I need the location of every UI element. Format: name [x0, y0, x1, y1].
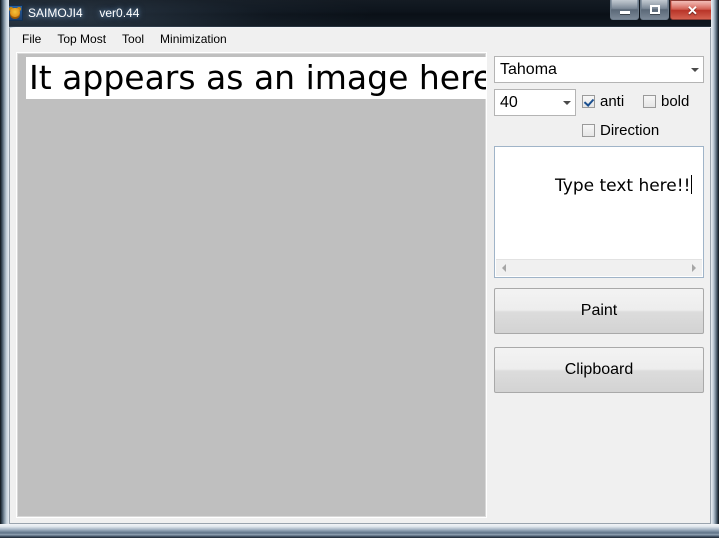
checkbox-direction[interactable]: Direction [582, 122, 659, 139]
menu-item-minimization[interactable]: Minimization [152, 29, 235, 49]
menu-item-top-most[interactable]: Top Most [49, 29, 114, 49]
window-border-right [711, 0, 719, 538]
checkbox-bold[interactable]: bold [643, 93, 689, 110]
maximize-button[interactable] [640, 0, 669, 20]
chevron-down-icon[interactable] [558, 90, 575, 115]
close-button[interactable]: ✕ [670, 0, 715, 20]
minimize-icon [619, 10, 630, 14]
window-border-left [0, 0, 9, 538]
window-controls: ✕ [609, 0, 715, 21]
triangle-left-icon[interactable] [496, 261, 512, 276]
font-family-dropdown[interactable]: Tahoma [494, 56, 704, 83]
window-border-bottom [0, 524, 719, 538]
checkbox-anti-label: anti [600, 93, 625, 110]
checkbox-direction-label: Direction [600, 122, 660, 139]
bear-icon [7, 5, 23, 21]
bear-icon-face [10, 8, 20, 19]
preview-canvas[interactable]: It appears as an image here!! [16, 52, 487, 518]
menu-item-tool[interactable]: Tool [114, 29, 152, 49]
checkbox-anti[interactable]: anti [582, 93, 624, 110]
menu-bar: File Top Most Tool Minimization [10, 28, 710, 49]
minimize-button[interactable] [610, 0, 639, 20]
clipboard-button[interactable]: Clipboard [494, 347, 704, 393]
right-panel: Tahoma 40 anti bold Direction Type text … [493, 52, 705, 518]
chevron-down-icon[interactable] [686, 57, 703, 82]
close-icon: ✕ [687, 2, 698, 18]
checkbox-bold-box[interactable] [643, 95, 656, 108]
text-caret [691, 175, 693, 194]
font-family-value: Tahoma [500, 60, 557, 78]
triangle-right-icon[interactable] [686, 261, 702, 276]
window-title: SAIMOJI4 ver0.44 [28, 6, 140, 20]
application-window: SAIMOJI4 ver0.44 ✕ File Top Most Tool Mi… [0, 0, 719, 538]
menu-item-file[interactable]: File [14, 29, 49, 49]
text-input-area[interactable]: Type text here!! [494, 146, 704, 278]
text-input-value: Type text here!! [501, 153, 693, 219]
title-bar[interactable]: SAIMOJI4 ver0.44 ✕ [0, 0, 719, 27]
font-size-dropdown[interactable]: 40 [494, 89, 576, 116]
checkbox-bold-label: bold [661, 93, 690, 110]
maximize-icon [649, 5, 660, 14]
horizontal-scrollbar[interactable] [496, 259, 702, 276]
font-size-value: 40 [500, 93, 518, 111]
checkmark-icon[interactable] [582, 95, 595, 108]
client-area: File Top Most Tool Minimization It appea… [9, 28, 711, 524]
preview-rendered-text: It appears as an image here!! [29, 58, 487, 97]
preview-image-strip: It appears as an image here!! [26, 57, 487, 99]
paint-button[interactable]: Paint [494, 288, 704, 334]
text-input-text: Type text here!! [555, 176, 691, 196]
checkbox-direction-box[interactable] [582, 124, 595, 137]
